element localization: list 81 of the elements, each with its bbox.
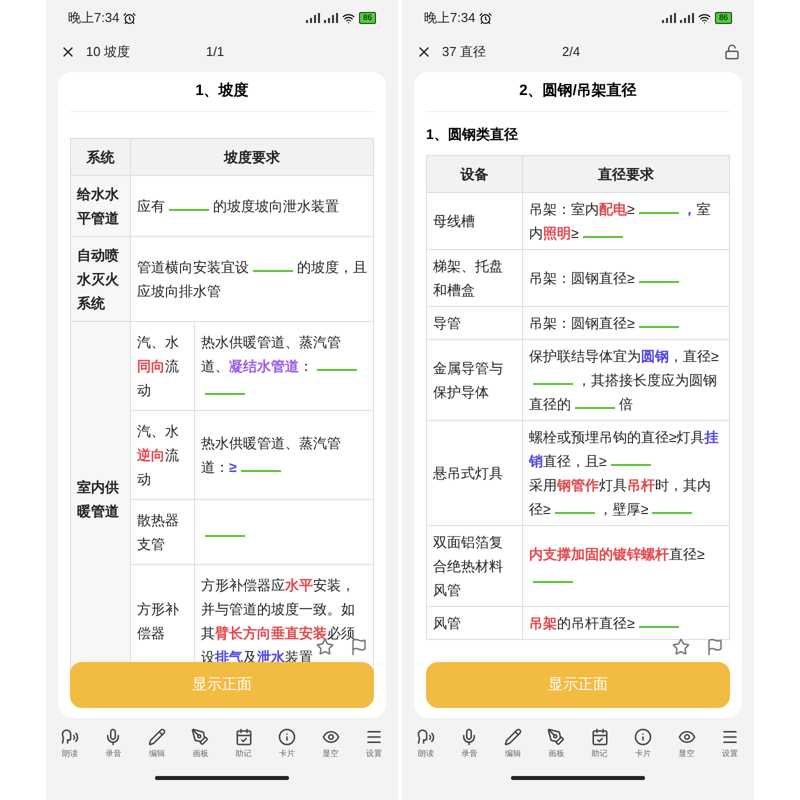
menu-icon (720, 728, 739, 746)
speaker-person-icon (417, 728, 435, 746)
table-cell: 吊架的吊杆直径≥ (522, 606, 730, 639)
pen-icon (547, 728, 566, 746)
table-cell: 应有 的坡度坡向泄水装置 (130, 175, 374, 236)
page-counter: 1/1 (206, 43, 224, 62)
deck-title: 10 坡度 (86, 43, 132, 62)
table-cell: 内支撑加固的镀锌螺杆直径≥ (522, 525, 730, 606)
toolbar-button[interactable]: 编辑 (136, 728, 177, 760)
lock-icon[interactable] (724, 44, 740, 60)
signal-icon (324, 13, 338, 23)
table-cell: 悬吊式灯具 (426, 420, 522, 525)
battery-level: 86 (715, 12, 732, 24)
toolbar-button[interactable]: 助记 (580, 728, 620, 760)
card-heading: 2、圆钢/吊架直径 (518, 81, 638, 101)
table-cell: 风管 (426, 606, 522, 639)
signal-icon (662, 13, 676, 23)
calendar-icon (234, 728, 253, 746)
menu-icon (364, 728, 383, 746)
table-cell: 汽、水 同向流动 (130, 321, 194, 410)
toolbar-button[interactable]: 显空 (310, 728, 351, 760)
table-cell: 双面铝箔复合绝热材料风管 (426, 525, 522, 606)
toolbar-button[interactable]: 设置 (354, 728, 394, 760)
signal-icon (306, 13, 320, 23)
toolbar-button[interactable]: 助记 (224, 728, 264, 760)
table-cell: 热水供暖管道、蒸汽管道：≥ (194, 410, 374, 499)
toolbar-button[interactable]: 录音 (93, 728, 134, 760)
speaker-person-icon (61, 728, 79, 746)
info-icon (278, 728, 296, 746)
table-cell: 保护联结导体宜为圆钢，直径≥ ，其搭接长度应为圆钢直径的 倍 (522, 339, 730, 420)
pencil-icon (148, 728, 166, 746)
deck-title: 37 直径 (442, 43, 488, 62)
info-icon (634, 728, 652, 746)
toolbar-button[interactable]: 朗读 (50, 728, 90, 760)
toolbar-button[interactable]: 录音 (449, 728, 490, 760)
signal-icon (680, 13, 694, 23)
column-header: 坡度要求 (130, 138, 374, 175)
table-cell: 母线槽 (426, 192, 522, 249)
column-header: 系统 (70, 138, 130, 175)
table-cell: 导管 (426, 306, 522, 339)
toolbar-button[interactable]: 卡片 (623, 728, 664, 760)
star-icon[interactable] (672, 638, 690, 656)
table-cell: 螺栓或预埋吊钩的直径≥灯具挂销直径，且≥ 采用钢管作灯具吊杆时，其内径≥ ，壁厚≥ (522, 420, 730, 525)
column-header: 设备 (426, 155, 522, 192)
eye-icon (322, 728, 340, 746)
pen-icon (191, 728, 210, 746)
table-cell: 热水供暖管道、蒸汽管道、凝结水管道： (194, 321, 374, 410)
alarm-icon (123, 12, 136, 24)
eye-icon (678, 728, 696, 746)
flag-icon[interactable] (350, 638, 368, 656)
toolbar-button[interactable]: 朗读 (406, 728, 446, 760)
alarm-icon (479, 12, 492, 24)
battery-level: 86 (359, 12, 376, 24)
row-header: 自动喷水灭火系统 (70, 236, 130, 321)
status-time: 晚上7:34 (68, 9, 120, 28)
column-header: 直径要求 (522, 155, 730, 192)
star-icon[interactable] (316, 638, 334, 656)
row-header: 给水水平管道 (70, 175, 130, 236)
table-cell: 汽、水 逆向流动 (130, 410, 194, 499)
pencil-icon (504, 728, 522, 746)
toolbar-button[interactable]: 编辑 (492, 728, 533, 760)
toolbar-button[interactable]: 画板 (180, 728, 220, 760)
toolbar-button[interactable]: 显空 (666, 728, 707, 760)
wifi-icon (698, 12, 712, 24)
table-cell: 金属导管与保护导体 (426, 339, 522, 420)
wifi-icon (342, 12, 356, 24)
table-cell: 吊架：圆钢直径≥ (522, 249, 730, 306)
toolbar-button[interactable]: 卡片 (267, 728, 308, 760)
section-heading: 1、圆钢类直径 (426, 124, 519, 144)
calendar-icon (590, 728, 609, 746)
card-heading: 1、坡度 (194, 81, 250, 101)
toolbar-button[interactable]: 设置 (710, 728, 750, 760)
page-counter: 2/4 (562, 43, 580, 62)
status-time: 晚上7:34 (424, 9, 476, 28)
table-cell: 吊架：室内配电≥ ，室内照明≥ (522, 192, 730, 249)
table-cell: 梯架、托盘和槽盒 (426, 249, 522, 306)
table-cell: 吊架：圆钢直径≥ (522, 306, 730, 339)
table-cell: 散热器支管 (130, 499, 194, 564)
flag-icon[interactable] (706, 638, 724, 656)
toolbar-button[interactable]: 画板 (536, 728, 576, 760)
table-cell: 管道横向安装宜设 的坡度，且应坡向排水管 (130, 236, 374, 321)
